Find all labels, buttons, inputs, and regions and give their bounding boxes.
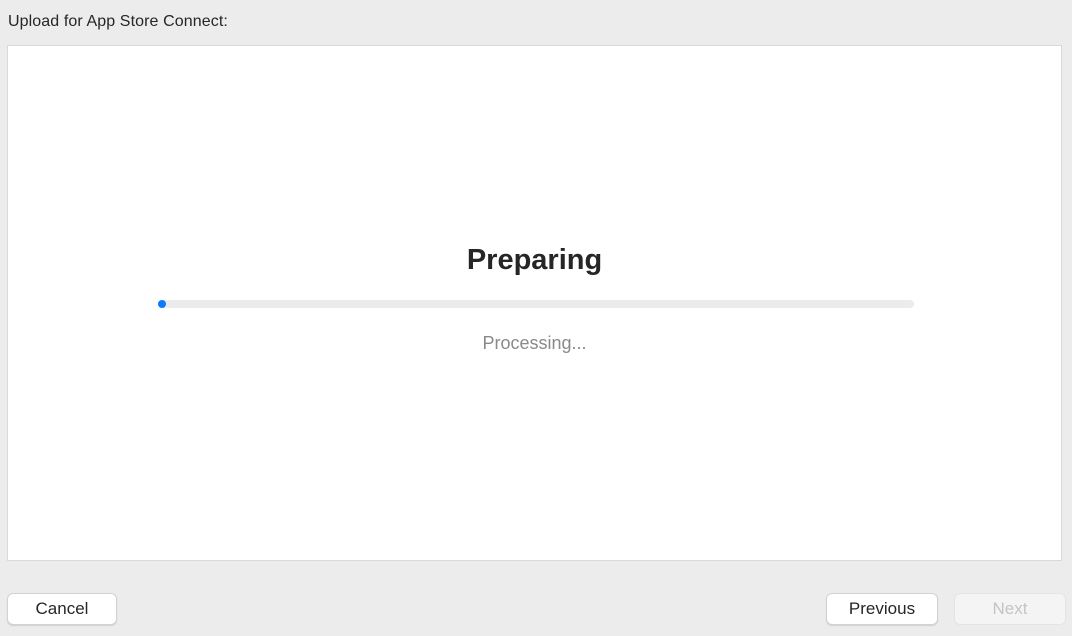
status-title: Preparing <box>466 244 603 276</box>
upload-window: Upload for App Store Connect: Preparing … <box>0 0 1072 636</box>
content-panel: Preparing Processing... <box>7 45 1062 561</box>
header-label: Upload for App Store Connect: <box>8 13 228 30</box>
progress-fill <box>158 300 166 308</box>
next-button[interactable]: Next <box>954 593 1066 625</box>
previous-button[interactable]: Previous <box>826 593 938 625</box>
progress-bar <box>158 300 914 308</box>
status-detail: Processing... <box>482 333 587 353</box>
cancel-button[interactable]: Cancel <box>7 593 117 625</box>
